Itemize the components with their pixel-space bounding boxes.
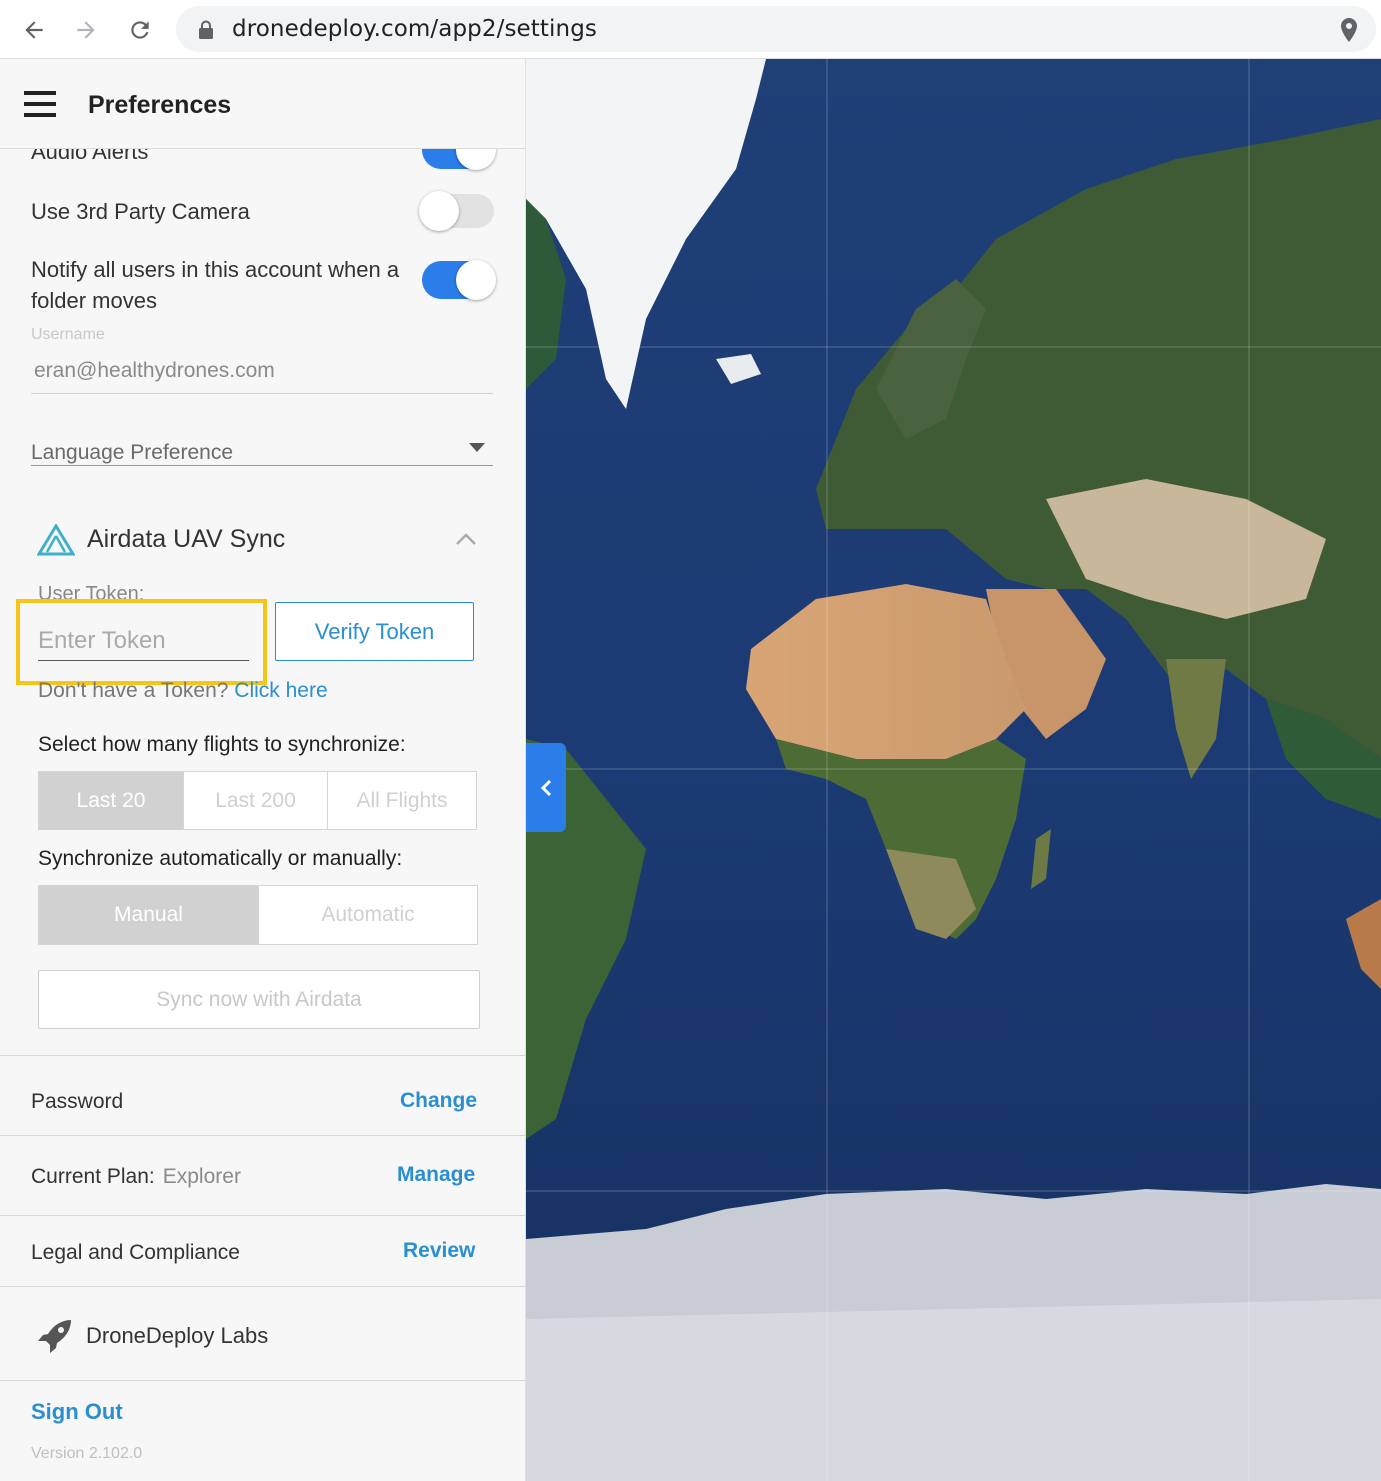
manage-plan-link[interactable]: Manage (397, 1163, 475, 1187)
password-label: Password (31, 1090, 124, 1113)
location-pin-icon[interactable] (1340, 18, 1358, 42)
arrow-left-icon (25, 21, 43, 39)
rocket-icon (38, 1320, 71, 1353)
divider (0, 1286, 525, 1287)
reload-button[interactable] (120, 10, 160, 50)
no-token-text: Don't have a Token? Click here (38, 679, 328, 702)
notify-users-label: Notify all users in this account when a … (31, 257, 400, 313)
flights-segmented-control: Last 20 Last 200 All Flights (38, 771, 477, 830)
sign-out-link[interactable]: Sign Out (31, 1399, 123, 1425)
sidebar-header: Preferences (0, 59, 525, 149)
username-caption: Username (31, 326, 105, 343)
chevron-left-icon (540, 779, 552, 796)
lock-icon (199, 20, 213, 39)
divider (0, 1215, 525, 1216)
chevron-up-icon[interactable] (454, 531, 478, 547)
sync-now-button[interactable]: Sync now with Airdata (38, 970, 480, 1029)
current-plan-label: Current Plan: Explorer (31, 1165, 241, 1188)
token-highlight-box (16, 599, 267, 685)
flights-option-last-200[interactable]: Last 200 (184, 772, 328, 829)
language-underline (31, 465, 493, 466)
forward-button[interactable] (66, 10, 106, 50)
notify-users-toggle[interactable] (422, 260, 496, 300)
sync-mode-label: Synchronize automatically or manually: (38, 847, 403, 870)
review-legal-link[interactable]: Review (403, 1239, 475, 1263)
username-underline (31, 393, 493, 394)
page-title: Preferences (88, 91, 232, 119)
labs-label[interactable]: DroneDeploy Labs (86, 1323, 268, 1349)
sync-mode-manual[interactable]: Manual (39, 886, 259, 944)
settings-sidebar: Preferences Audio Alerts Use 3rd Party C… (0, 59, 526, 1481)
sync-mode-automatic[interactable]: Automatic (259, 886, 477, 944)
sync-mode-segmented-control: Manual Automatic (38, 885, 478, 945)
airdata-logo-icon (37, 524, 75, 556)
menu-icon[interactable] (24, 91, 56, 117)
collapse-sidebar-button[interactable] (526, 743, 566, 832)
change-password-link[interactable]: Change (400, 1089, 477, 1113)
browser-toolbar: dronedeploy.com/app2/settings (0, 0, 1381, 59)
third-party-camera-toggle[interactable] (419, 191, 494, 231)
username-value: eran@healthydrones.com (34, 359, 275, 382)
reload-icon (131, 21, 149, 39)
dropdown-arrow-icon[interactable] (469, 443, 485, 452)
divider (0, 1135, 525, 1136)
current-plan-value: Explorer (162, 1165, 241, 1188)
divider (0, 1380, 525, 1381)
third-party-camera-label: Use 3rd Party Camera (31, 199, 250, 224)
language-select[interactable]: Language Preference (31, 441, 233, 465)
click-here-link[interactable]: Click here (234, 679, 327, 702)
url-text: dronedeploy.com/app2/settings (232, 16, 597, 42)
back-button[interactable] (14, 10, 54, 50)
version-text: Version 2.102.0 (31, 1445, 143, 1462)
flights-option-all[interactable]: All Flights (328, 772, 476, 829)
airdata-section-title: Airdata UAV Sync (87, 525, 286, 553)
verify-token-button[interactable]: Verify Token (275, 602, 474, 661)
arrow-right-icon (77, 21, 95, 39)
flights-option-last-20[interactable]: Last 20 (39, 772, 184, 829)
satellite-map[interactable] (526, 59, 1381, 1481)
flights-label: Select how many flights to synchronize: (38, 733, 406, 756)
world-map-image (526, 59, 1381, 1481)
token-input[interactable] (38, 621, 249, 661)
address-bar[interactable]: dronedeploy.com/app2/settings (176, 6, 1376, 52)
divider (0, 1055, 525, 1056)
legal-label: Legal and Compliance (31, 1241, 240, 1264)
